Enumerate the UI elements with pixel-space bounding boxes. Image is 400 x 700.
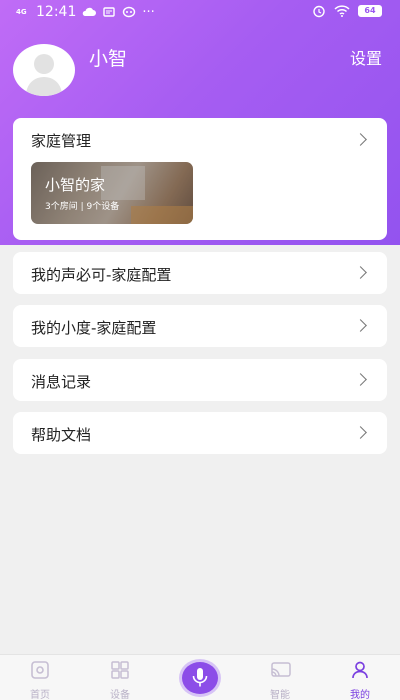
- menu-item-xiaoai-family-config[interactable]: 我的声必可-家庭配置: [13, 252, 387, 294]
- menu-item-label: 我的小度-家庭配置: [31, 319, 157, 337]
- menu-item-label: 帮助文档: [31, 426, 92, 444]
- alarm-icon: [313, 5, 325, 18]
- home-name: 小智的家: [45, 176, 106, 194]
- nav-label: 设备: [110, 690, 130, 700]
- chevron-right-icon: [354, 373, 367, 386]
- home-tile[interactable]: 小智的家 3个房间 | 9个设备: [31, 162, 193, 224]
- menu-item-help-docs[interactable]: 帮助文档: [13, 412, 387, 454]
- network-indicator: 4G: [16, 7, 27, 16]
- status-bar: 4G 12:41 ··· 64: [0, 0, 400, 26]
- person-icon: [352, 661, 368, 679]
- nav-label: 我的: [350, 690, 370, 700]
- nav-smart[interactable]: 智能: [250, 655, 310, 700]
- cast-icon: [271, 662, 291, 677]
- home-info: 3个房间 | 9个设备: [45, 202, 120, 212]
- more-notifications-icon: ···: [142, 4, 155, 20]
- chevron-right-icon[interactable]: [354, 133, 367, 146]
- status-time: 12:41: [36, 4, 77, 20]
- menu-item-xiaodu-family-config[interactable]: 我的小度-家庭配置: [13, 305, 387, 347]
- chevron-right-icon: [354, 266, 367, 279]
- settings-button[interactable]: 设置: [350, 45, 382, 69]
- home-icon: [31, 661, 49, 679]
- nav-home[interactable]: 首页: [10, 655, 70, 700]
- notification-icon: [103, 7, 116, 17]
- chevron-right-icon: [354, 426, 367, 439]
- menu-item-label: 消息记录: [31, 373, 92, 391]
- nav-label: 首页: [30, 690, 50, 700]
- nav-devices[interactable]: 设备: [90, 655, 150, 700]
- nav-mine[interactable]: 我的: [330, 655, 390, 700]
- nav-label: 智能: [270, 690, 290, 700]
- microphone-icon: [192, 668, 208, 687]
- avatar[interactable]: [13, 44, 75, 96]
- menu-item-message-log[interactable]: 消息记录: [13, 359, 387, 401]
- home-management-card: 家庭管理 小智的家 3个房间 | 9个设备: [13, 118, 387, 240]
- wifi-icon: [334, 5, 350, 17]
- home-management-title[interactable]: 家庭管理: [31, 130, 91, 151]
- battery-icon: 64: [358, 5, 382, 17]
- voice-assistant-button[interactable]: [179, 659, 221, 697]
- username: 小智: [89, 48, 128, 70]
- default-avatar-icon: [26, 54, 62, 96]
- menu-item-label: 我的声必可-家庭配置: [31, 266, 172, 284]
- cloud-icon: [83, 7, 97, 16]
- grid-icon: [111, 661, 129, 679]
- app-icon: [123, 6, 136, 18]
- chevron-right-icon: [354, 319, 367, 332]
